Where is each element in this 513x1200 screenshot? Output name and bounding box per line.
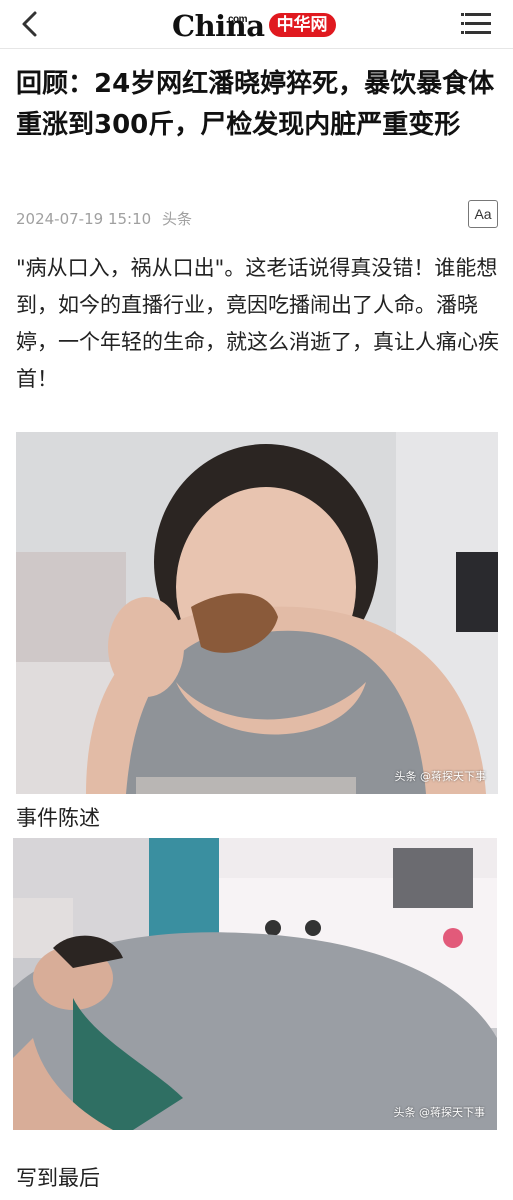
site-logo[interactable]: China com 中华网 (172, 6, 336, 42)
back-button[interactable] (14, 8, 46, 40)
font-size-icon: Aa (474, 206, 492, 222)
logo-com: com (228, 14, 248, 25)
article-image-lying: 头条 @蒋探天下事 (13, 838, 497, 1130)
image-watermark: 头条 @蒋探天下事 (394, 770, 487, 783)
logo-badge: 中华网 (268, 13, 336, 37)
menu-button[interactable] (461, 10, 493, 38)
publish-date: 2024-07-19 15:10 (16, 210, 152, 228)
section-heading-conclusion: 写到最后 (16, 1166, 100, 1190)
chevron-left-icon (22, 11, 37, 37)
article-image-eating: 头条 @蒋探天下事 (16, 432, 498, 794)
intro-paragraph: "病从口入，祸从口出"。这老话说得真没错！谁能想到，如今的直播行业，竟因吃播闹出… (16, 256, 499, 391)
font-size-button[interactable]: Aa (468, 200, 498, 228)
logo-wordmark: China com (172, 10, 265, 42)
image-watermark: 头条 @蒋探天下事 (393, 1106, 486, 1119)
source-label: 头条 (161, 210, 192, 228)
article-meta: 2024-07-19 15:10 头条 (16, 208, 198, 229)
section-heading-events: 事件陈述 (16, 806, 100, 830)
article-title: 回顾：24岁网红潘晓婷猝死，暴饮暴食体重涨到300斤，尸检发现内脏严重变形 (16, 69, 495, 140)
top-navigation-bar: China com 中华网 (0, 0, 513, 49)
